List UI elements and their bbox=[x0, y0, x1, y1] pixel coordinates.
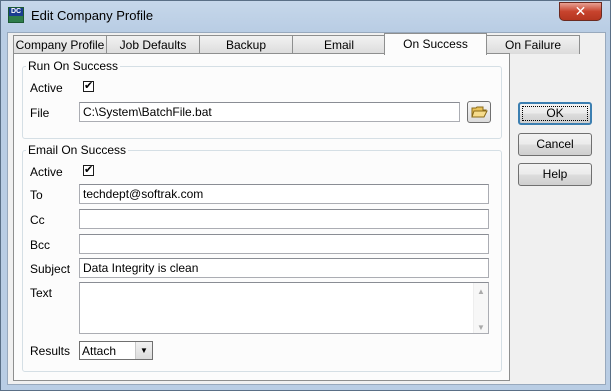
tab-backup[interactable]: Backup bbox=[199, 35, 293, 54]
active-label: Active bbox=[30, 81, 63, 95]
run-active-checkbox[interactable]: ✔ bbox=[83, 81, 94, 92]
tab-on-failure[interactable]: On Failure bbox=[486, 35, 580, 54]
tab-label: On Success bbox=[403, 37, 468, 51]
scroll-down-icon[interactable]: ▼ bbox=[474, 323, 488, 332]
bcc-field[interactable] bbox=[79, 234, 489, 254]
file-path-field[interactable]: C:\System\BatchFile.bat bbox=[79, 102, 460, 122]
cc-field[interactable] bbox=[79, 209, 489, 229]
tab-job-defaults[interactable]: Job Defaults bbox=[106, 35, 200, 54]
text-label: Text bbox=[30, 286, 53, 300]
help-button-label: Help bbox=[542, 167, 568, 181]
checkmark-icon: ✔ bbox=[84, 164, 94, 176]
text-scrollbar[interactable]: ▲ ▼ bbox=[473, 283, 488, 333]
checkmark-icon: ✔ bbox=[84, 80, 94, 92]
cancel-button-label: Cancel bbox=[536, 137, 574, 151]
email-on-success-group: Email On Success Active ✔ To techdept@so… bbox=[22, 143, 502, 372]
text-body-field[interactable]: ▲ ▼ bbox=[79, 282, 489, 334]
tab-label: Job Defaults bbox=[119, 38, 187, 52]
close-button[interactable]: ✕ bbox=[559, 2, 602, 21]
subject-label: Subject bbox=[30, 262, 71, 276]
tab-label: Company Profile bbox=[15, 38, 105, 52]
tab-panel-on-success: Run On Success Active ✔ File C:\System\B… bbox=[13, 53, 510, 381]
tab-label: Backup bbox=[225, 38, 267, 52]
cc-label: Cc bbox=[30, 213, 45, 227]
focus-ring bbox=[522, 106, 588, 121]
bcc-label: Bcc bbox=[30, 238, 51, 252]
file-label: File bbox=[30, 106, 50, 120]
results-select-value: Attach bbox=[82, 344, 117, 358]
close-icon: ✕ bbox=[574, 3, 587, 19]
tab-label: On Failure bbox=[504, 38, 562, 52]
tab-company-profile[interactable]: Company Profile bbox=[13, 35, 107, 54]
chevron-down-icon[interactable]: ▼ bbox=[135, 342, 152, 359]
group-label: Run On Success bbox=[26, 59, 121, 73]
ok-button[interactable]: OK bbox=[518, 102, 592, 125]
app-icon-text: DC bbox=[9, 8, 23, 16]
results-label: Results bbox=[30, 344, 71, 358]
dialog-window: DC Edit Company Profile ✕ Company Profil… bbox=[0, 0, 611, 391]
cancel-button[interactable]: Cancel bbox=[518, 133, 592, 156]
subject-field[interactable]: Data Integrity is clean bbox=[79, 258, 489, 278]
run-on-success-group: Run On Success Active ✔ File C:\System\B… bbox=[22, 59, 502, 139]
to-field[interactable]: techdept@softrak.com bbox=[79, 184, 489, 204]
folder-open-icon bbox=[471, 106, 488, 118]
title-bar[interactable]: DC Edit Company Profile ✕ bbox=[1, 1, 610, 31]
dialog-client: Company Profile Job Defaults Backup Emai… bbox=[7, 32, 606, 385]
group-label: Email On Success bbox=[26, 143, 129, 157]
results-select[interactable]: Attach ▼ bbox=[79, 341, 153, 360]
active-label: Active bbox=[30, 165, 63, 179]
scroll-up-icon[interactable]: ▲ bbox=[474, 287, 488, 296]
to-label: To bbox=[30, 188, 43, 202]
browse-file-button[interactable] bbox=[467, 101, 491, 123]
help-button[interactable]: Help bbox=[518, 163, 592, 186]
tab-label: Email bbox=[323, 38, 354, 52]
email-active-checkbox[interactable]: ✔ bbox=[83, 165, 94, 176]
app-icon: DC bbox=[8, 7, 24, 23]
tab-email[interactable]: Email bbox=[292, 35, 386, 54]
window-title: Edit Company Profile bbox=[31, 8, 154, 23]
tab-on-success[interactable]: On Success bbox=[384, 33, 487, 55]
